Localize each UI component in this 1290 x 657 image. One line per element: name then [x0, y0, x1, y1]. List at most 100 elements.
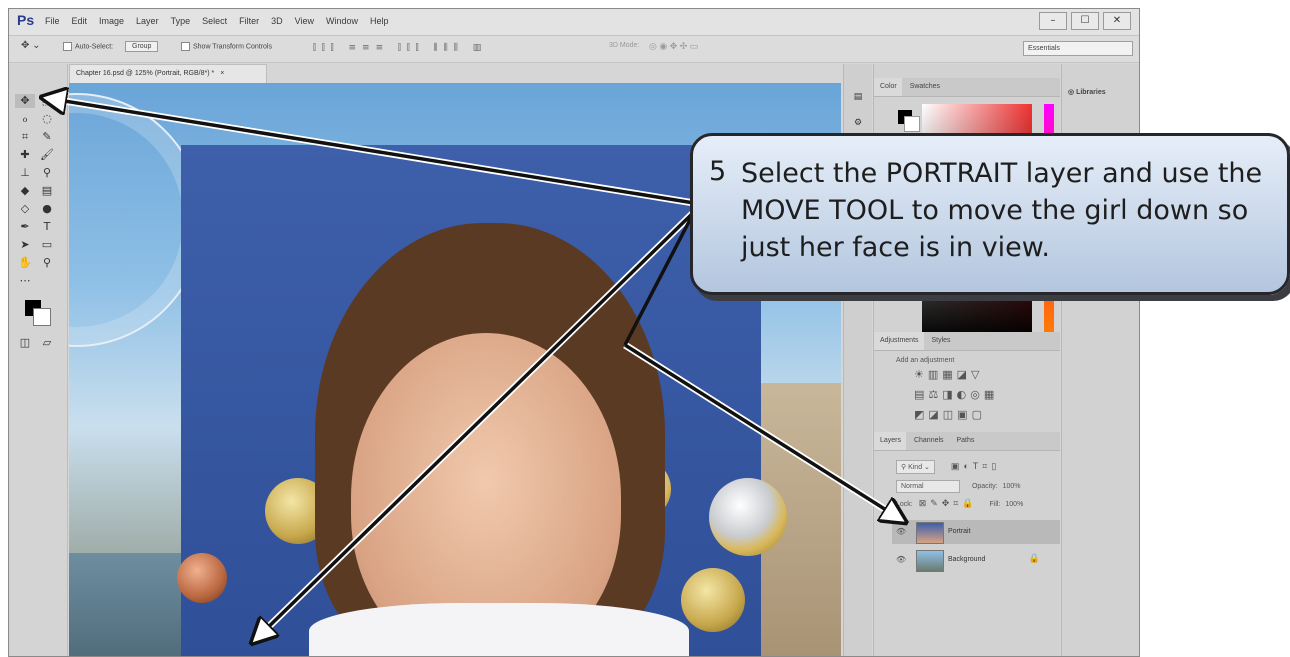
kind-filter-value: Kind: [908, 464, 923, 471]
tab-paths[interactable]: Paths: [951, 432, 980, 444]
visibility-eye-icon[interactable]: 👁: [896, 555, 906, 564]
healing-brush-icon[interactable]: ✚: [15, 148, 35, 162]
auto-select-toggle[interactable]: Auto-Select:: [63, 42, 113, 51]
move-tool-icon[interactable]: ✥: [15, 94, 35, 108]
clone-stamp-icon[interactable]: ⊥: [15, 166, 35, 180]
history-brush-icon[interactable]: ⚲: [37, 166, 57, 180]
adjustment-icons-row-3[interactable]: ◩◪◫▣▢: [914, 408, 986, 421]
properties-panel-icon[interactable]: ⚙: [848, 116, 868, 130]
crop-tool-icon[interactable]: ⌗: [15, 130, 35, 144]
lock-icons[interactable]: ⊠✎✥⌗🔒: [919, 498, 978, 508]
auto-select-checkbox[interactable]: [63, 42, 72, 51]
workspace-switcher[interactable]: Essentials: [1023, 41, 1133, 56]
adjustments-panel-tabs: Adjustments Styles: [874, 332, 1060, 351]
menu-help[interactable]: Help: [370, 16, 389, 26]
gradient-tool-icon[interactable]: ▤: [37, 184, 57, 198]
menu-file[interactable]: File: [45, 16, 60, 26]
layer-lock-icon: 🔒: [1028, 554, 1040, 564]
lasso-tool-icon[interactable]: ℴ: [15, 112, 35, 126]
pen-tool-icon[interactable]: ✒: [15, 220, 35, 234]
hand-tool-icon[interactable]: ✋: [15, 256, 35, 270]
menu-bar: Ps File Edit Image Layer Type Select Fil…: [9, 9, 1139, 35]
align-distribute-icons[interactable]: ⫿⫿⫿ ≡≡≡ ⫿⫿⫿ ⫼⫼⫼ ▥: [313, 43, 487, 53]
tab-swatches[interactable]: Swatches: [904, 78, 945, 90]
quick-mask-icon[interactable]: ◫: [15, 336, 35, 350]
fill-value[interactable]: 100%: [1005, 501, 1023, 508]
marquee-tool-icon[interactable]: ⬚: [37, 94, 57, 108]
layer-row-background[interactable]: 👁 Background 🔒: [892, 548, 1060, 572]
document-tab[interactable]: Chapter 16.psd @ 125% (Portrait, RGB/8*)…: [69, 64, 267, 84]
menu-view[interactable]: View: [295, 16, 314, 26]
tools-panel: ✥ ⬚ ℴ ◌ ⌗ ✎ ✚ 🖌 ⊥ ⚲ ◆ ▤ ◇ ● ✒ T ➤ ▭ ✋ ⚲ …: [9, 64, 68, 656]
opacity-label: Opacity:: [971, 483, 998, 490]
more-tools-icon[interactable]: ⋯: [15, 274, 35, 288]
path-select-icon[interactable]: ➤: [15, 238, 35, 252]
photoshop-logo: Ps: [17, 12, 35, 28]
minimize-button[interactable]: –: [1039, 12, 1067, 30]
layer-name-portrait: Portrait: [948, 528, 971, 535]
zoom-tool-icon[interactable]: ⚲: [37, 256, 57, 270]
history-panel-icon[interactable]: ▤: [848, 90, 868, 104]
layer-thumbnail-portrait: [916, 522, 944, 544]
visibility-eye-icon[interactable]: 👁: [896, 527, 906, 536]
color-panel-tabs: Color Swatches: [874, 78, 1060, 97]
kind-filter-dropdown[interactable]: ⚲ Kind ⌄: [896, 460, 935, 474]
opacity-value[interactable]: 100%: [1003, 483, 1021, 490]
add-adjustment-label: Add an adjustment: [896, 357, 955, 364]
libraries-icon: ◎: [1068, 89, 1075, 96]
menu-select[interactable]: Select: [202, 16, 227, 26]
blur-tool-icon[interactable]: ◇: [15, 202, 35, 216]
brush-tool-icon[interactable]: 🖌: [37, 148, 57, 162]
document-tab-title: Chapter 16.psd @ 125% (Portrait, RGB/8*)…: [76, 70, 215, 77]
fill-label: Fill:: [989, 501, 1001, 508]
eyedropper-tool-icon[interactable]: ✎: [37, 130, 57, 144]
tab-layers[interactable]: Layers: [874, 432, 907, 450]
menu-window[interactable]: Window: [326, 16, 358, 26]
window-controls: – ☐ ✕: [1039, 12, 1131, 30]
tab-color[interactable]: Color: [874, 78, 902, 96]
instruction-callout: 5 Select the PORTRAIT layer and use the …: [690, 133, 1290, 295]
adjustment-icons-row-1[interactable]: ☀▥▦◪▽: [914, 368, 984, 381]
river-image: [69, 553, 181, 656]
close-button[interactable]: ✕: [1103, 12, 1131, 30]
layers-panel-tabs: Layers Channels Paths: [874, 432, 1060, 451]
adjustment-icons-row-2[interactable]: ▤⚖◨◐◎▦: [914, 388, 998, 401]
show-transform-toggle[interactable]: Show Transform Controls: [181, 42, 272, 51]
menu-3d[interactable]: 3D: [271, 16, 283, 26]
menu-filter[interactable]: Filter: [239, 16, 259, 26]
tab-styles[interactable]: Styles: [925, 332, 955, 344]
menu-layer[interactable]: Layer: [136, 16, 159, 26]
show-transform-checkbox[interactable]: [181, 42, 190, 51]
step-instruction: Select the PORTRAIT layer and use the MO…: [741, 158, 1263, 263]
blend-mode-dropdown[interactable]: Normal: [896, 480, 960, 493]
color-background-swatch[interactable]: [904, 116, 920, 132]
photoshop-window: Ps File Edit Image Layer Type Select Fil…: [8, 8, 1140, 657]
dodge-tool-icon[interactable]: ●: [37, 202, 57, 216]
type-tool-icon[interactable]: T: [37, 220, 57, 234]
tab-adjustments[interactable]: Adjustments: [874, 332, 924, 350]
3d-mode-label: 3D Mode:: [609, 42, 640, 49]
move-tool-preset-icon[interactable]: ✥ ⌄: [21, 40, 41, 51]
screen-mode-icon[interactable]: ▱: [37, 336, 57, 350]
quick-select-tool-icon[interactable]: ◌: [37, 112, 57, 126]
background-color-swatch[interactable]: [33, 308, 51, 326]
maximize-button[interactable]: ☐: [1071, 12, 1099, 30]
coin-image: [681, 568, 745, 632]
rectangle-tool-icon[interactable]: ▭: [37, 238, 57, 252]
auto-select-label: Auto-Select:: [75, 43, 114, 51]
document-tab-close[interactable]: ×: [220, 70, 224, 77]
libraries-button[interactable]: ◎ Libraries: [1068, 88, 1106, 96]
3d-mode-icons[interactable]: ◎ ◉ ✥ ✣ ▭: [649, 41, 698, 52]
layer-filter-row: ⚲ Kind ⌄ ▣◐T⌗▯: [896, 460, 1000, 474]
layer-filter-icons[interactable]: ▣◐T⌗▯: [951, 461, 1000, 471]
eraser-tool-icon[interactable]: ◆: [15, 184, 35, 198]
step-number: 5: [709, 156, 727, 187]
tab-channels[interactable]: Channels: [908, 432, 949, 444]
auto-select-dropdown[interactable]: Group: [125, 41, 159, 52]
layer-name-background: Background: [948, 556, 986, 563]
auto-select-value: Group: [125, 41, 159, 52]
layer-row-portrait[interactable]: 👁 Portrait: [892, 520, 1060, 544]
menu-type[interactable]: Type: [171, 16, 191, 26]
menu-image[interactable]: Image: [99, 16, 124, 26]
menu-edit[interactable]: Edit: [72, 16, 88, 26]
